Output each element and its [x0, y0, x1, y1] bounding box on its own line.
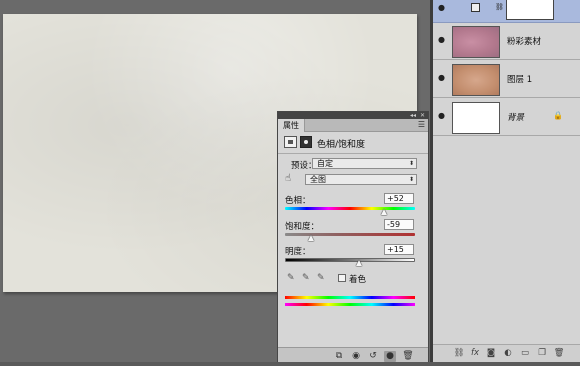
layer-mask-icon[interactable]	[300, 136, 312, 148]
collapse-icon[interactable]: ◂◂	[410, 112, 416, 119]
add-mask-icon[interactable]: ◙	[485, 348, 497, 359]
eyedropper-icon[interactable]: ✎	[287, 274, 296, 283]
panel-header-bar[interactable]: ◂◂ ✕	[278, 112, 428, 119]
link-layers-icon[interactable]: ⛓	[453, 348, 465, 359]
colorize-checkbox[interactable]	[338, 274, 346, 282]
panel-title: 色相/饱和度	[317, 140, 366, 150]
clip-to-layer-icon[interactable]: ⧉	[333, 351, 345, 362]
trash-icon[interactable]: 🗑	[553, 348, 565, 359]
new-layer-icon[interactable]: ❐	[536, 348, 548, 359]
close-icon[interactable]: ✕	[420, 112, 425, 119]
chain-icon[interactable]: ⛓	[495, 3, 504, 11]
eyedropper-minus-icon[interactable]: ✎	[317, 274, 326, 283]
saturation-label: 饱和度：	[285, 222, 320, 232]
dropdown-caret-icon: ⬍	[408, 160, 414, 167]
lock-icon[interactable]: 🔒	[553, 111, 563, 120]
layer-thumbnail	[452, 64, 500, 96]
lightness-slider-track[interactable]	[285, 258, 415, 262]
layer-name: 图层 1	[507, 75, 533, 85]
new-adjustment-icon[interactable]: ◐	[502, 348, 514, 359]
panel-menu-icon[interactable]: ☰	[418, 120, 425, 129]
visibility-eye-icon[interactable]: ●	[384, 351, 396, 362]
layer-name: 粉彩素材	[507, 37, 542, 47]
tab-properties[interactable]: 属性	[278, 119, 305, 132]
channel-select[interactable]: 全图 ⬍	[305, 174, 417, 185]
targeted-adjustment-hand-icon[interactable]: ☝	[285, 173, 291, 185]
eyedropper-plus-icon[interactable]: ✎	[302, 274, 311, 283]
layer-thumbnail	[452, 102, 500, 134]
adjustment-thumb-icon	[471, 3, 480, 12]
preset-select[interactable]: 自定 ⬍	[312, 158, 417, 169]
channel-value: 全图	[310, 175, 326, 184]
output-color-bar	[285, 303, 415, 306]
saturation-value-input[interactable]: -59	[384, 219, 414, 230]
hue-value-input[interactable]: +52	[384, 193, 414, 204]
trash-icon[interactable]: 🗑	[402, 351, 414, 362]
saturation-slider-thumb[interactable]	[308, 235, 314, 241]
adjustment-layer-icon[interactable]	[284, 136, 297, 148]
hue-slider-track[interactable]	[285, 207, 415, 210]
eye-icon[interactable]: ●	[438, 35, 448, 45]
fx-icon[interactable]: fx	[469, 348, 481, 359]
eye-icon[interactable]: ●	[438, 73, 448, 83]
layers-footer: ⛓ fx ◙ ◐ ▭ ❐ 🗑	[433, 344, 580, 362]
layer-thumbnail	[452, 26, 500, 58]
layer-row-background[interactable]: ● 背景 🔒	[433, 99, 580, 136]
layer-row-pastel[interactable]: ● 粉彩素材	[433, 23, 580, 60]
view-previous-icon[interactable]: ◉	[350, 351, 362, 362]
new-group-icon[interactable]: ▭	[519, 348, 531, 359]
layer-row-adjustment[interactable]: ● ⛓	[433, 0, 580, 23]
lightness-label: 明度：	[285, 247, 311, 257]
eye-icon[interactable]: ●	[438, 3, 448, 13]
eye-icon[interactable]: ●	[438, 111, 448, 121]
colorize-label: 着色	[349, 275, 367, 285]
divider	[278, 153, 428, 154]
lightness-value-input[interactable]: +15	[384, 244, 414, 255]
panel-tab-row: 属性 ☰	[278, 119, 428, 132]
bottom-border	[0, 362, 580, 366]
dropdown-caret-icon: ⬍	[408, 176, 414, 183]
input-color-bar	[285, 296, 415, 299]
layer-mask-thumbnail[interactable]	[506, 0, 554, 20]
reset-icon[interactable]: ↺	[367, 351, 379, 362]
layers-panel: ● ⛓ ● 粉彩素材 ● 图层 1 ● 背景 🔒 ⛓ fx ◙ ◐ ▭ ❐ 🗑	[433, 0, 580, 366]
layer-row-layer1[interactable]: ● 图层 1	[433, 61, 580, 98]
preset-value: 自定	[317, 159, 333, 168]
saturation-slider-track[interactable]	[285, 233, 415, 236]
hue-label: 色相：	[285, 196, 311, 206]
lightness-slider-thumb[interactable]	[356, 260, 363, 266]
hue-slider-thumb[interactable]	[380, 209, 387, 215]
properties-panel: ◂◂ ✕ 属性 ☰ 色相/饱和度 预设： 自定 ⬍ ☝ 全图 ⬍ 色相： +52…	[277, 111, 429, 366]
layer-name: 背景	[507, 113, 525, 123]
